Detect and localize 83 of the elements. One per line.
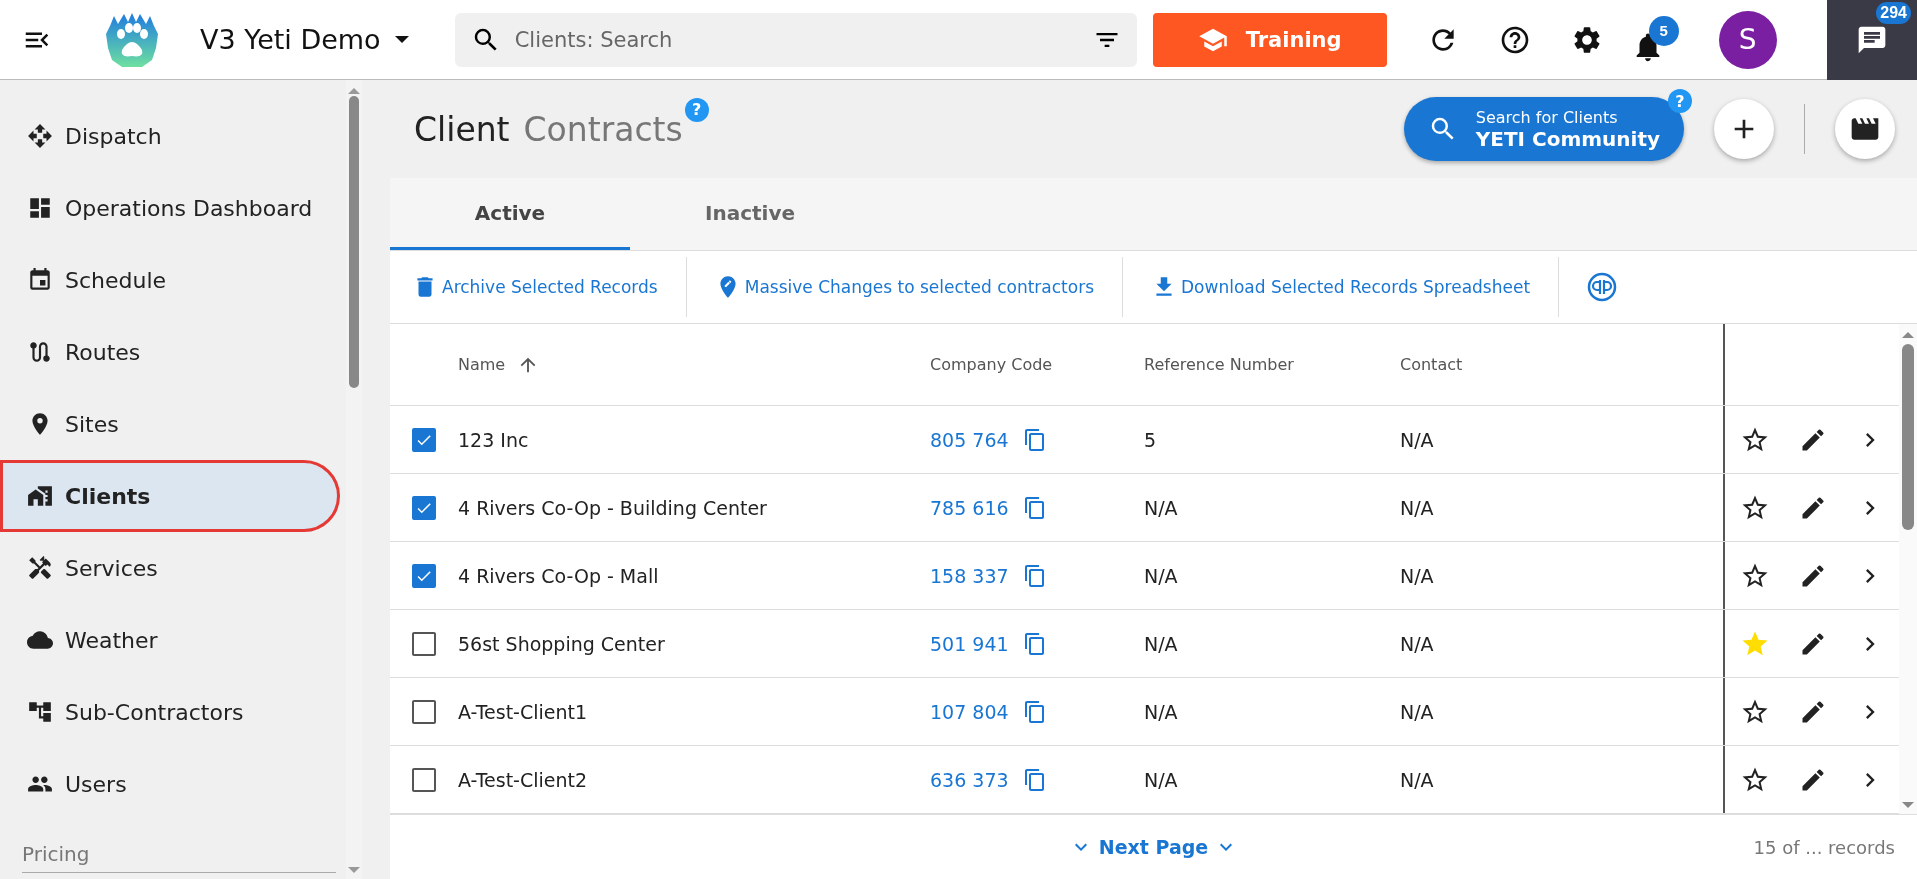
company-code-link[interactable]: 805 764 bbox=[930, 428, 1009, 451]
video-button[interactable] bbox=[1835, 99, 1895, 159]
scroll-up-icon bbox=[348, 88, 360, 94]
row-checkbox[interactable] bbox=[412, 495, 436, 520]
copy-icon[interactable] bbox=[1022, 563, 1047, 588]
scrollbar-thumb[interactable] bbox=[1902, 344, 1914, 530]
company-code-link[interactable]: 501 941 bbox=[930, 632, 1009, 655]
table-cell-text: N/A bbox=[1400, 700, 1435, 723]
table-cell-text: N/A bbox=[1144, 564, 1179, 587]
table-cell-text: N/A bbox=[1400, 428, 1435, 451]
column-header[interactable]: Reference Number bbox=[1144, 355, 1400, 374]
table-cell-text: 5 bbox=[1144, 428, 1158, 451]
scroll-down-icon bbox=[348, 867, 360, 873]
sidebar-item[interactable]: Routes bbox=[0, 316, 336, 388]
paw-logo-icon bbox=[104, 11, 160, 68]
sidebar-item[interactable]: Services bbox=[0, 532, 336, 604]
next-page-button[interactable]: Next Page bbox=[1062, 834, 1245, 860]
section-label: Pricing bbox=[22, 842, 336, 873]
table-cell-text: N/A bbox=[1400, 768, 1435, 791]
sidebar-item[interactable]: Operations Dashboard bbox=[0, 172, 336, 244]
copy-icon[interactable] bbox=[1022, 631, 1047, 656]
scrollbar-thumb[interactable] bbox=[349, 96, 359, 388]
route-icon bbox=[27, 339, 53, 365]
table-cell-text: N/A bbox=[1400, 632, 1435, 655]
toolbar-action[interactable]: Archive Selected Records bbox=[412, 274, 658, 300]
table-cell-text: 123 Inc bbox=[458, 428, 530, 451]
company-selector[interactable]: V3 Yeti Demo bbox=[200, 24, 409, 55]
circle-logo-icon[interactable] bbox=[1587, 272, 1618, 302]
scroll-up-icon bbox=[1902, 332, 1914, 338]
move-arrows-icon bbox=[27, 123, 53, 149]
scroll-down-icon bbox=[1902, 802, 1914, 808]
copy-icon[interactable] bbox=[1022, 427, 1047, 452]
search-bar[interactable]: Clients: Search bbox=[454, 12, 1137, 67]
dashboard-icon bbox=[27, 195, 53, 221]
message-count: 294 bbox=[1876, 1, 1911, 24]
table-cell-text: 4 Rivers Co-Op - Building Center bbox=[458, 496, 768, 519]
user-avatar[interactable]: S bbox=[1718, 10, 1777, 69]
table-cell-text: N/A bbox=[1144, 700, 1179, 723]
notification-count: 5 bbox=[1648, 15, 1679, 46]
table-cell-text: N/A bbox=[1400, 564, 1435, 587]
sidebar-item[interactable]: Weather bbox=[0, 604, 336, 676]
sidebar-item[interactable]: Clients bbox=[0, 460, 340, 532]
copy-icon[interactable] bbox=[1022, 767, 1047, 792]
toolbar-action[interactable]: Download Selected Records Spreadsheet bbox=[1151, 274, 1531, 300]
table-cell-text: 56st Shopping Center bbox=[458, 632, 666, 655]
table-cell-text: N/A bbox=[1144, 768, 1179, 791]
row-checkbox[interactable] bbox=[412, 767, 436, 792]
tab[interactable]: Inactive bbox=[630, 178, 870, 250]
row-checkbox[interactable] bbox=[412, 699, 436, 724]
search-input[interactable]: Clients: Search bbox=[512, 26, 1081, 53]
buildings-icon bbox=[27, 483, 53, 509]
table-cell-text: A-Test-Client1 bbox=[458, 700, 589, 723]
record-count: 15 of ... records bbox=[1753, 836, 1895, 858]
table-cell-text: N/A bbox=[1144, 496, 1179, 519]
caret-icon bbox=[394, 36, 409, 43]
company-code-link[interactable]: 107 804 bbox=[930, 700, 1009, 723]
sidebar-item[interactable]: Dispatch bbox=[0, 100, 336, 172]
sidebar-item[interactable]: Users bbox=[0, 748, 336, 820]
toolbar-action[interactable]: Massive Changes to selected contractors bbox=[714, 274, 1094, 300]
table-cell-text: 4 Rivers Co-Op - Mall bbox=[458, 564, 660, 587]
hierarchy-icon bbox=[27, 699, 53, 725]
column-header[interactable]: Company Code bbox=[930, 355, 1144, 374]
sidebar-item[interactable]: Sub-Contractors bbox=[0, 676, 336, 748]
copy-icon[interactable] bbox=[1022, 495, 1047, 520]
notifications-button[interactable]: 5 bbox=[1630, 15, 1679, 64]
row-checkbox[interactable] bbox=[412, 563, 436, 588]
company-code-link[interactable]: 785 616 bbox=[930, 496, 1009, 519]
table-cell-text: N/A bbox=[1144, 632, 1179, 655]
column-header[interactable]: Contact bbox=[1400, 355, 1723, 374]
messages-button[interactable]: 294 bbox=[1827, 0, 1917, 80]
tool-icon bbox=[27, 555, 53, 581]
tab[interactable]: Active bbox=[390, 178, 630, 250]
row-checkbox[interactable] bbox=[412, 631, 436, 656]
company-code-link[interactable]: 636 373 bbox=[930, 768, 1009, 791]
sidebar-item[interactable]: Sites bbox=[0, 388, 336, 460]
table-cell-text: N/A bbox=[1400, 496, 1435, 519]
row-checkbox[interactable] bbox=[412, 427, 436, 452]
sidebar-item[interactable]: Schedule bbox=[0, 244, 336, 316]
column-header[interactable]: Name bbox=[458, 355, 506, 374]
copy-icon[interactable] bbox=[1022, 699, 1047, 724]
table-cell-text: A-Test-Client2 bbox=[458, 768, 589, 791]
company-code-link[interactable]: 158 337 bbox=[930, 564, 1009, 587]
calendar-icon bbox=[27, 267, 53, 293]
